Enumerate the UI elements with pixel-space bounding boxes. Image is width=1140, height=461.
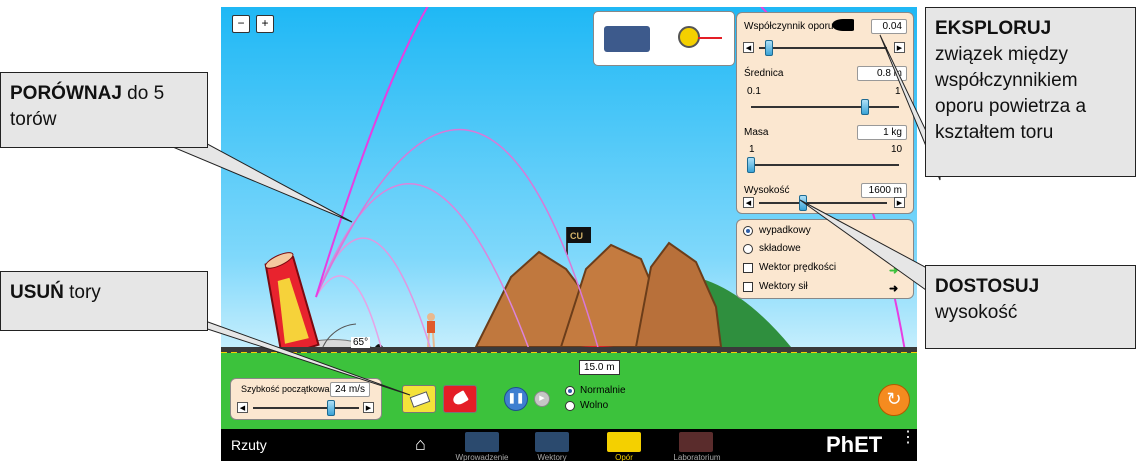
callout-erase: USUŃ tory	[0, 271, 208, 331]
callout-compare: PORÓWNAJ do 5 torów	[0, 72, 208, 148]
callout-adjust: DOSTOSUJ wysokość	[925, 265, 1136, 349]
callout-explore-bold: EKSPLORUJ	[935, 18, 1052, 39]
callout-explore-text: związek między współczynnikiem oporu pow…	[935, 44, 1087, 143]
callout-adjust-bold: DOSTOSUJ	[935, 276, 1040, 297]
callout-erase-bold: USUŃ	[10, 282, 64, 303]
callout-compare-bold: PORÓWNAJ	[10, 83, 122, 104]
callout-adjust-text: wysokość	[935, 302, 1018, 323]
callout-explore: EKSPLORUJ związek między współczynnikiem…	[925, 7, 1136, 177]
callout-erase-text: tory	[63, 282, 101, 303]
